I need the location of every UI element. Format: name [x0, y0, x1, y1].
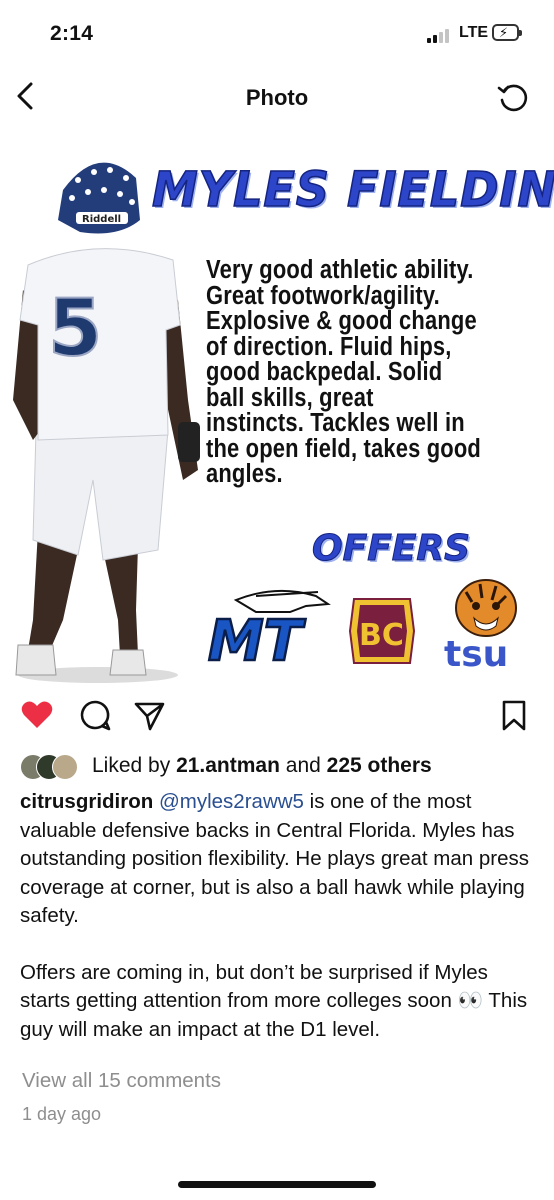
mention-link[interactable]: @myles2raww5 — [159, 790, 304, 813]
send-icon[interactable] — [132, 698, 166, 732]
likes-count[interactable]: 225 others — [327, 754, 432, 777]
bethune-cookman-logo: BC — [348, 598, 416, 664]
caption-paragraph-2: Offers are coming in, but don’t be surpr… — [20, 960, 528, 1041]
liker-username[interactable]: 21.antman — [176, 754, 280, 777]
liker-avatars — [20, 754, 88, 780]
heart-filled-icon[interactable] — [20, 698, 54, 732]
avatar — [52, 754, 78, 780]
refresh-icon[interactable] — [494, 79, 532, 117]
bookmark-icon[interactable] — [497, 698, 531, 732]
player-name-headline: MYLES FIELDINGS — [151, 160, 554, 218]
view-comments-link[interactable]: View all 15 comments — [22, 1069, 221, 1093]
battery-icon: ⚡ — [492, 24, 522, 41]
mt-logo-text: MT — [208, 609, 306, 668]
offers-title: OFFERS — [311, 528, 471, 570]
player-image: 5 Riddell — [13, 162, 200, 683]
post-caption: citrusgridiron @myles2raww5 is one of th… — [20, 788, 540, 1044]
mtsu-logo: MT — [207, 589, 331, 668]
helmet-brand: Riddell — [82, 214, 121, 225]
comment-icon[interactable] — [78, 698, 112, 732]
post-photo[interactable]: 5 Riddell MYLES FIELDINGS Very good athl… — [0, 130, 554, 686]
status-bar: 2:14 LTE ⚡ — [0, 0, 554, 64]
post-timestamp: 1 day ago — [22, 1104, 102, 1124]
nav-bar: Photo — [0, 64, 554, 130]
signal-icon — [427, 27, 453, 43]
home-indicator[interactable] — [178, 1181, 376, 1188]
network-label: LTE — [459, 24, 489, 41]
likes-text: Liked by 21.antman and 225 others — [92, 754, 432, 777]
likes-row[interactable]: Liked by 21.antman and 225 others — [20, 750, 540, 782]
action-bar — [0, 690, 554, 740]
post-username[interactable]: citrusgridiron — [20, 790, 153, 813]
tsu-logo: tsu — [444, 579, 517, 670]
scouting-report: Very good athletic ability. Great footwo… — [206, 256, 481, 488]
page-title: Photo — [245, 85, 309, 110]
bc-logo-text: BC — [359, 618, 404, 653]
jersey-number: 5 — [48, 284, 102, 374]
status-time: 2:14 — [50, 22, 94, 45]
tsu-logo-text: tsu — [444, 634, 508, 670]
